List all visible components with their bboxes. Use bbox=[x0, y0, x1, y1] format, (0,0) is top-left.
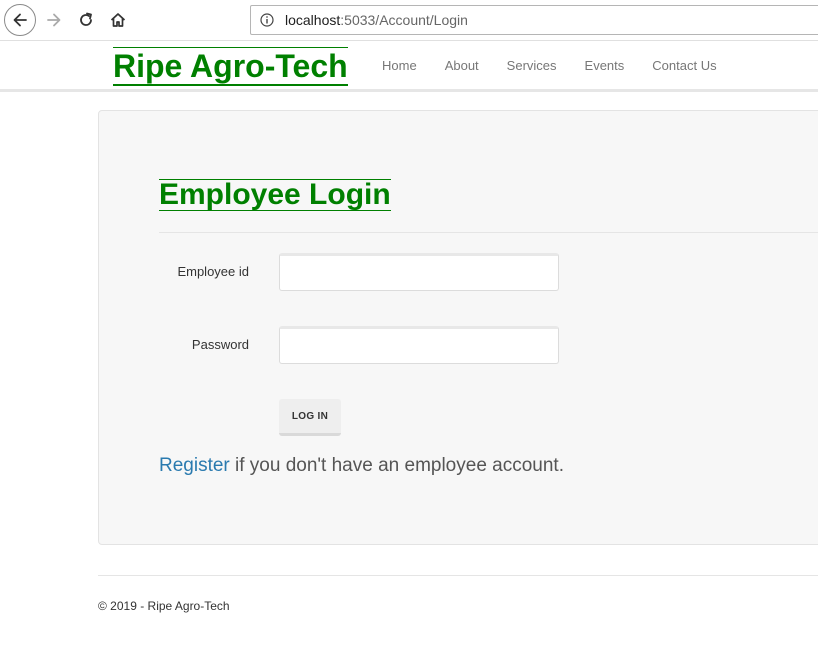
register-text: if you don't have an employee account. bbox=[229, 455, 564, 476]
reload-button[interactable] bbox=[70, 4, 102, 36]
info-icon[interactable] bbox=[260, 13, 274, 27]
password-field[interactable] bbox=[279, 326, 559, 364]
brand-logo[interactable]: Ripe Agro-Tech bbox=[113, 47, 348, 86]
browser-toolbar: localhost:5033/Account/Login bbox=[0, 0, 818, 40]
login-button[interactable]: LOG IN bbox=[279, 399, 341, 436]
page-title: Employee Login bbox=[159, 178, 391, 211]
register-prompt: Register if you don't have an employee a… bbox=[159, 455, 564, 477]
nav-home[interactable]: Home bbox=[368, 58, 431, 73]
login-panel: Employee Login Employee id Password LOG … bbox=[98, 110, 818, 545]
reload-icon bbox=[80, 12, 92, 26]
home-icon bbox=[110, 13, 126, 27]
forward-icon bbox=[47, 13, 61, 27]
forward-button[interactable] bbox=[38, 4, 70, 36]
nav-services[interactable]: Services bbox=[493, 58, 571, 73]
nav-about[interactable]: About bbox=[431, 58, 493, 73]
register-link[interactable]: Register bbox=[159, 455, 230, 476]
footer-divider bbox=[98, 575, 818, 576]
nav-events[interactable]: Events bbox=[571, 58, 639, 73]
employee-id-label: Employee id bbox=[177, 264, 249, 279]
back-button[interactable] bbox=[4, 4, 36, 36]
url-text: localhost:5033/Account/Login bbox=[285, 12, 468, 28]
nav-contact-us[interactable]: Contact Us bbox=[638, 58, 730, 73]
footer-copyright: © 2019 - Ripe Agro-Tech bbox=[98, 599, 230, 613]
site-header: Ripe Agro-Tech Home About Services Event… bbox=[0, 40, 818, 92]
url-host: localhost bbox=[285, 12, 341, 28]
back-icon bbox=[13, 13, 27, 27]
title-divider bbox=[159, 232, 818, 233]
address-bar[interactable]: localhost:5033/Account/Login bbox=[250, 5, 818, 35]
url-path: :5033/Account/Login bbox=[340, 12, 468, 28]
employee-id-field[interactable] bbox=[279, 253, 559, 291]
home-button[interactable] bbox=[102, 4, 134, 36]
password-label: Password bbox=[191, 337, 249, 352]
main-nav: Home About Services Events Contact Us bbox=[368, 58, 731, 73]
